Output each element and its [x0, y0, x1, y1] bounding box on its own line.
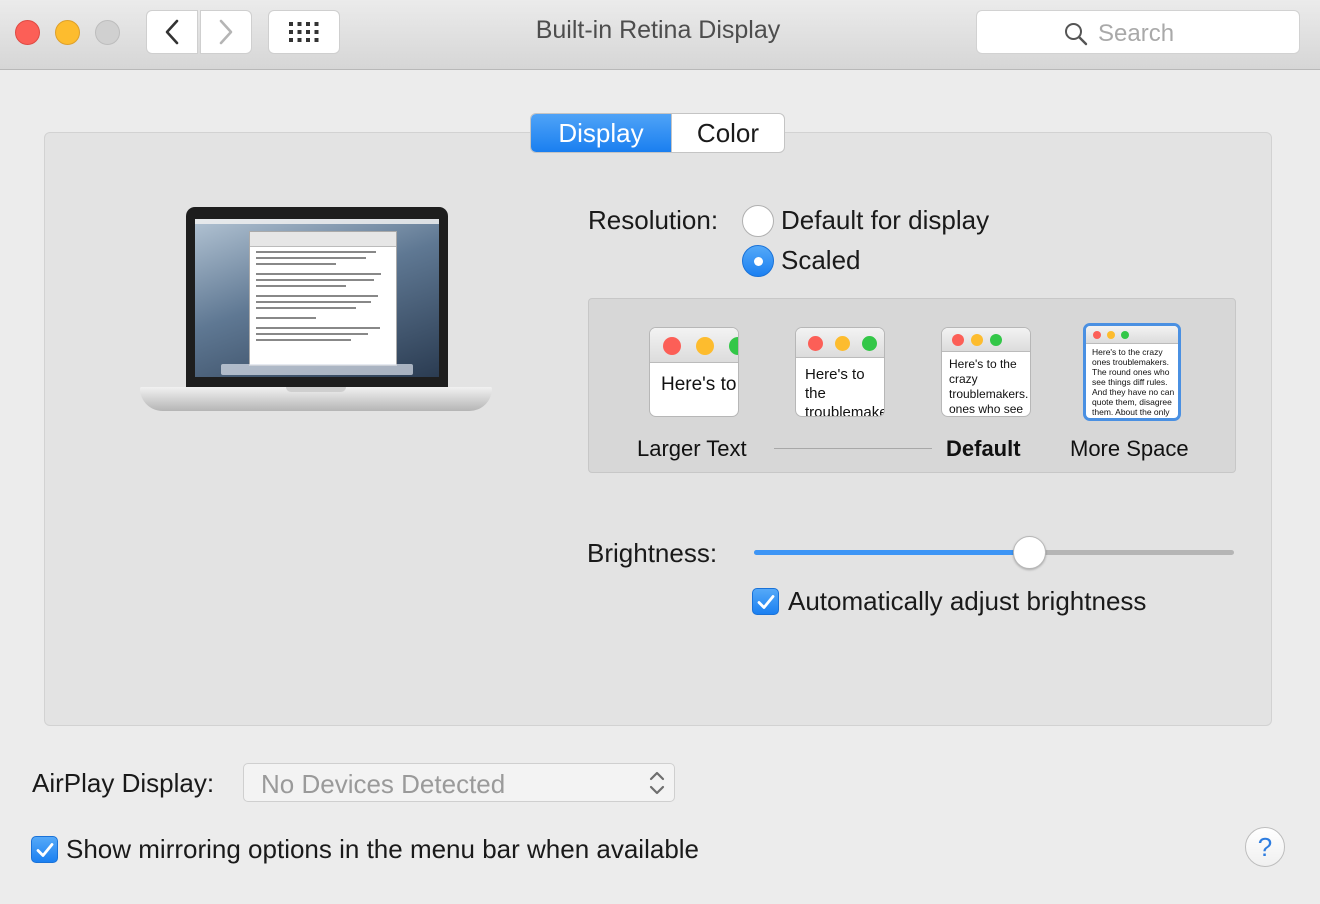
- scaled-label[interactable]: Scaled: [781, 245, 861, 276]
- airplay-display-label: AirPlay Display:: [32, 768, 215, 798]
- tab-display[interactable]: Display: [531, 114, 671, 152]
- dock-thumbnail: [221, 364, 413, 375]
- title-bar: Built-in Retina Display Search: [0, 0, 1320, 70]
- scale-preview-text: Here's to the crazy ones troublemakers. …: [1092, 347, 1175, 418]
- grid-icon: [289, 22, 319, 42]
- tab-bar: Display Color: [530, 113, 785, 153]
- laptop-lid: [186, 207, 448, 387]
- minimize-window-button[interactable]: [55, 20, 80, 45]
- brightness-slider-knob[interactable]: [1013, 536, 1046, 569]
- scale-option-larger-text[interactable]: Here's to the troublemakers: [649, 327, 739, 417]
- scale-option-2[interactable]: Here's to the troublemakers ones who: [795, 327, 885, 417]
- auto-brightness-checkbox[interactable]: [752, 588, 779, 615]
- airplay-display-value: No Devices Detected: [261, 769, 506, 799]
- window-title: Built-in Retina Display: [535, 16, 781, 44]
- more-space-label: More Space: [1070, 436, 1189, 461]
- forward-button[interactable]: [200, 10, 252, 54]
- show-all-button[interactable]: [268, 10, 340, 54]
- search-placeholder: Search: [1098, 20, 1175, 47]
- help-button[interactable]: ?: [1245, 827, 1285, 867]
- scale-divider-line: [774, 448, 932, 449]
- radio-default-for-display[interactable]: [742, 205, 774, 237]
- close-window-button[interactable]: [15, 20, 40, 45]
- updown-chevron-icon: [649, 771, 665, 795]
- laptop-base: [140, 387, 492, 411]
- search-field[interactable]: Search: [976, 10, 1300, 54]
- checkmark-icon: [757, 594, 774, 609]
- default-label: Default: [946, 436, 1021, 461]
- auto-brightness-label[interactable]: Automatically adjust brightness: [788, 586, 1146, 617]
- scale-option-default[interactable]: Here's to the crazy troublemakers. ones …: [941, 327, 1031, 417]
- radio-scaled[interactable]: [742, 245, 774, 277]
- brightness-label: Brightness:: [587, 538, 718, 568]
- back-button[interactable]: [146, 10, 198, 54]
- default-for-display-label[interactable]: Default for display: [781, 205, 989, 236]
- scale-preview-text: Here's to the troublemakers: [661, 374, 738, 395]
- scale-preview-text: Here's to the crazy troublemakers. ones …: [949, 357, 1029, 416]
- airplay-display-select: No Devices Detected: [243, 763, 675, 802]
- chevron-left-icon: [165, 19, 179, 45]
- laptop-illustration: [140, 207, 492, 422]
- tab-color[interactable]: Color: [671, 114, 784, 152]
- chevron-right-icon: [219, 19, 233, 45]
- zoom-window-button: [95, 20, 120, 45]
- larger-text-label: Larger Text: [637, 436, 747, 461]
- scale-preview-text: Here's to the troublemakers ones who: [805, 366, 884, 416]
- brightness-slider[interactable]: [754, 550, 1234, 555]
- brightness-slider-fill: [754, 550, 1028, 555]
- resolution-label: Resolution:: [588, 205, 719, 235]
- document-window-thumbnail: [249, 231, 397, 366]
- search-icon: [1065, 23, 1088, 46]
- scale-option-more-space[interactable]: Here's to the crazy ones troublemakers. …: [1083, 323, 1181, 421]
- checkmark-icon: [36, 842, 53, 857]
- laptop-screen: [195, 219, 439, 377]
- show-mirroring-checkbox[interactable]: [31, 836, 58, 863]
- show-mirroring-label[interactable]: Show mirroring options in the menu bar w…: [66, 834, 699, 865]
